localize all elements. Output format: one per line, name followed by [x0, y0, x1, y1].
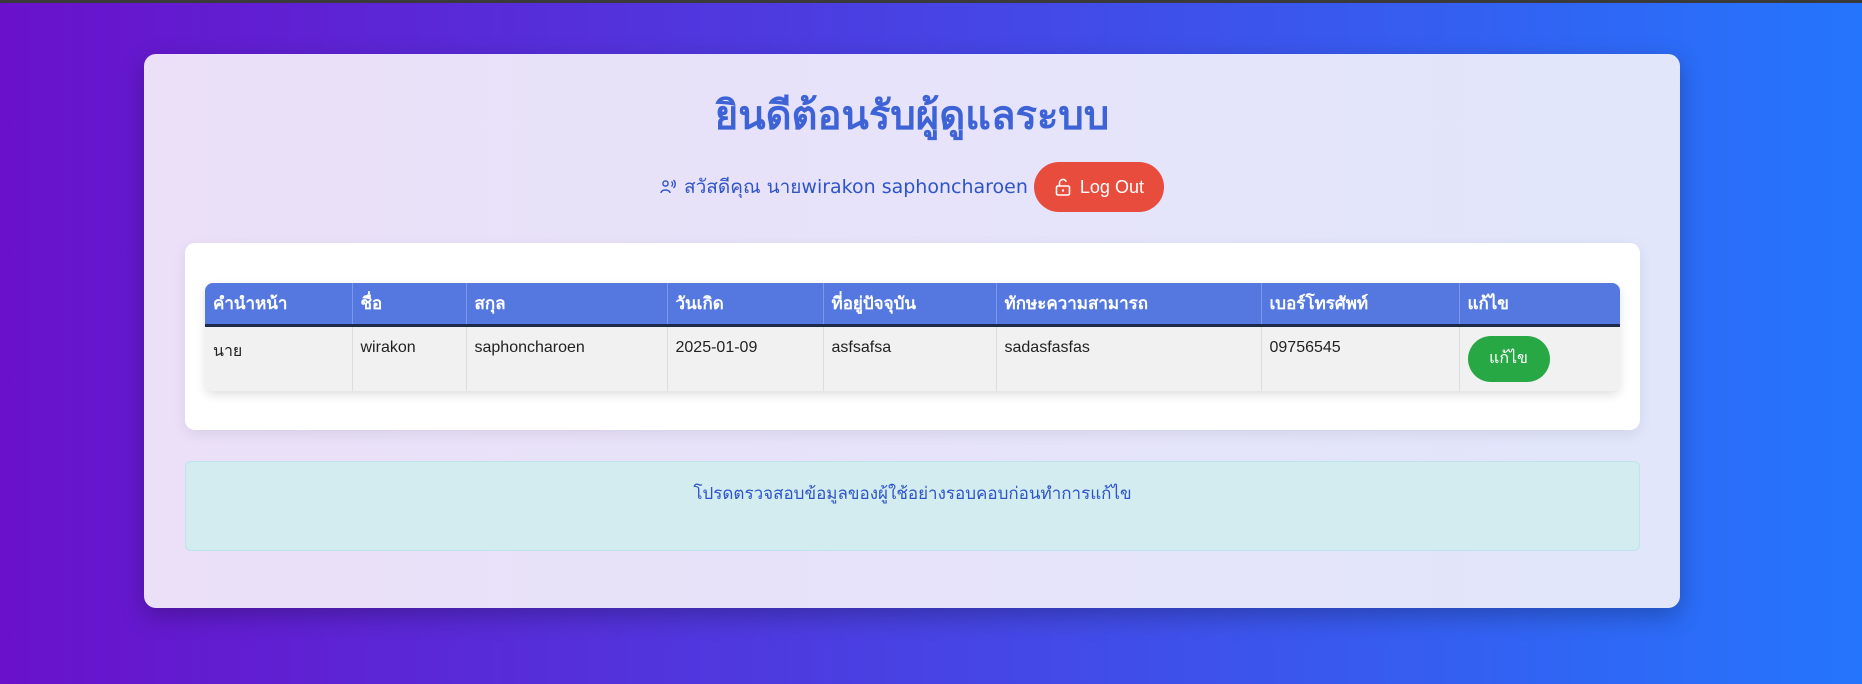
page-title: ยินดีต้อนรับผู้ดูแลระบบ — [714, 93, 1110, 139]
column-header-first-name: ชื่อ — [352, 283, 467, 327]
cell-edit: แก้ไข — [1459, 325, 1620, 391]
greeting-text: สวัสดีคุณ นายwirakon saphoncharoen — [684, 176, 1028, 198]
cell-prefix: นาย — [205, 325, 353, 391]
column-header-skills: ทักษะความสามารถ — [996, 283, 1262, 327]
greeting: สวัสดีคุณ นายwirakon saphoncharoen — [660, 172, 1028, 202]
admin-card: ยินดีต้อนรับผู้ดูแลระบบ สวัสดีคุณ นายwir… — [144, 54, 1680, 608]
notice-box: โปรดตรวจสอบข้อมูลของผู้ใช้อย่างรอบคอบก่อ… — [185, 461, 1640, 551]
unlock-icon — [1054, 178, 1072, 196]
column-header-address: ที่อยู่ปัจจุบัน — [823, 283, 997, 327]
logout-button[interactable]: Log Out — [1033, 162, 1164, 212]
cell-first-name: wirakon — [352, 325, 467, 391]
users-table: คำนำหน้า ชื่อ สกุล วันเกิด ที่อยู่ปัจจุบ… — [205, 283, 1620, 391]
cell-birthdate: 2025-01-09 — [667, 325, 824, 391]
cell-last-name: saphoncharoen — [466, 325, 668, 391]
cell-skills: sadasfasfas — [996, 325, 1262, 391]
table-row: นาย wirakon saphoncharoen 2025-01-09 asf… — [205, 325, 1620, 391]
cell-phone: 09756545 — [1261, 325, 1460, 391]
user-bar: สวัสดีคุณ นายwirakon saphoncharoen Log O… — [144, 162, 1680, 212]
column-header-phone: เบอร์โทรศัพท์ — [1261, 283, 1460, 327]
logout-label: Log Out — [1079, 176, 1144, 197]
column-header-edit: แก้ไข — [1459, 283, 1620, 327]
column-header-birthdate: วันเกิด — [667, 283, 824, 327]
browser-top-border — [0, 0, 1862, 3]
column-header-last-name: สกุล — [466, 283, 668, 327]
cell-address: asfsafsa — [823, 325, 997, 391]
table-header-row: คำนำหน้า ชื่อ สกุล วันเกิด ที่อยู่ปัจจุบ… — [205, 283, 1620, 327]
table-panel: คำนำหน้า ชื่อ สกุล วันเกิด ที่อยู่ปัจจุบ… — [185, 243, 1640, 430]
notice-text: โปรดตรวจสอบข้อมูลของผู้ใช้อย่างรอบคอบก่อ… — [693, 484, 1132, 504]
edit-button[interactable]: แก้ไข — [1467, 335, 1550, 382]
user-voice-icon — [660, 179, 676, 195]
column-header-prefix: คำนำหน้า — [205, 283, 353, 327]
